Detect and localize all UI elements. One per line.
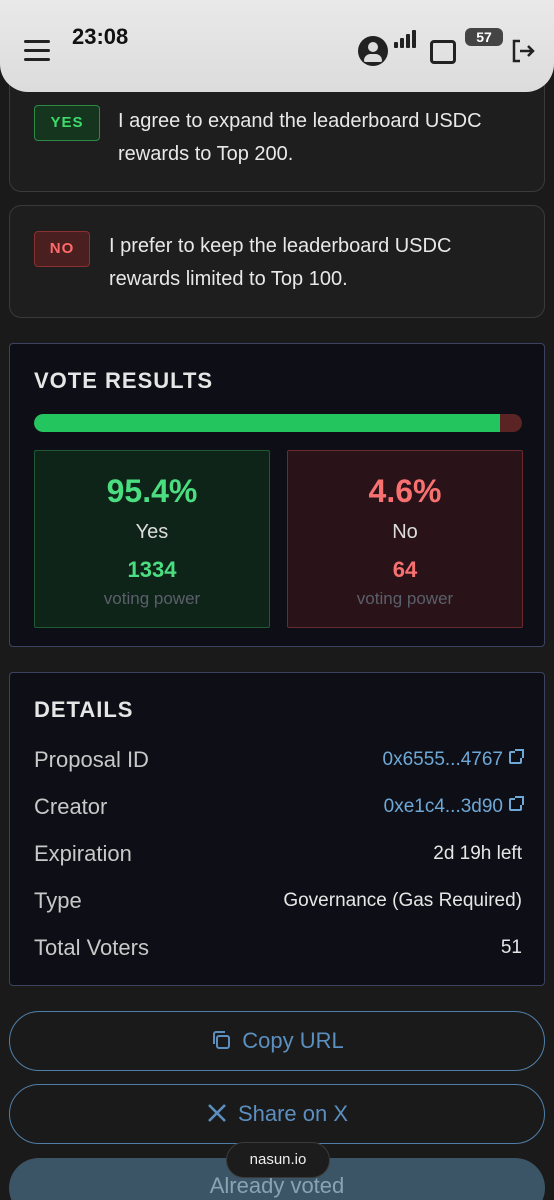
wallet-icon[interactable] — [430, 40, 456, 64]
copy-url-label: Copy URL — [242, 1028, 344, 1053]
battery-indicator: 57 — [465, 28, 503, 46]
no-result-box: 4.6% No 64 voting power — [287, 450, 523, 628]
yes-voting-power: 1334 — [127, 557, 177, 582]
detail-key: Creator — [34, 794, 108, 819]
detail-value: Governance (Gas Required) — [283, 890, 522, 911]
vote-results-title: VOTE RESULTS — [34, 368, 214, 393]
share-label: Share on X — [237, 1101, 349, 1126]
no-voting-power: 64 — [392, 557, 418, 582]
detail-value: 51 — [500, 937, 522, 958]
logout-icon[interactable] — [510, 38, 536, 64]
detail-row-creator: Creator 0xe1c4...3d90 — [34, 794, 524, 824]
proposal-id-link[interactable]: 0x6555...4767 — [383, 749, 524, 771]
detail-key: Proposal ID — [34, 747, 149, 772]
detail-row-expiration: Expiration 2d 19h left — [34, 841, 522, 871]
details-panel: DETAILS Proposal ID 0x6555...4767 Creato… — [9, 672, 545, 986]
copy-url-button[interactable]: Copy URL — [9, 1011, 545, 1071]
yes-tag: YES — [34, 105, 100, 141]
external-link-icon — [509, 796, 524, 811]
status-time: 23:08 — [72, 24, 129, 49]
menu-icon[interactable] — [24, 40, 50, 62]
detail-row-proposal-id: Proposal ID 0x6555...4767 — [34, 747, 524, 777]
detail-key: Total Voters — [34, 935, 149, 960]
option-no-card[interactable]: NO I prefer to keep the leaderboard USDC… — [9, 205, 545, 318]
detail-row-total-voters: Total Voters 51 — [34, 935, 522, 965]
x-logo-icon — [208, 1104, 226, 1122]
vote-results-panel: VOTE RESULTS 95.4% Yes 1334 voting power… — [9, 343, 545, 647]
detail-row-type: Type Governance (Gas Required) — [34, 888, 522, 918]
detail-key: Type — [34, 888, 82, 913]
yes-percentage: 95.4% — [106, 473, 198, 509]
no-label: No — [392, 521, 418, 543]
vote-progress-yes-fill — [34, 414, 500, 432]
details-title: DETAILS — [34, 697, 134, 722]
detail-key: Expiration — [34, 841, 132, 866]
yes-voting-power-label: voting power — [103, 589, 201, 608]
detail-value: 2d 19h left — [433, 843, 522, 864]
option-no-text: I prefer to keep the leaderboard USDC re… — [109, 235, 452, 290]
external-link-icon — [509, 749, 524, 764]
signal-icon — [394, 30, 418, 48]
no-voting-power-label: voting power — [356, 589, 454, 608]
option-yes-text: I agree to expand the leaderboard USDC r… — [118, 110, 482, 165]
yes-result-box: 95.4% Yes 1334 voting power — [34, 450, 270, 628]
account-icon[interactable] — [358, 36, 388, 66]
no-tag: NO — [34, 231, 90, 267]
creator-link[interactable]: 0xe1c4...3d90 — [384, 796, 524, 818]
url-chip[interactable]: nasun.io — [226, 1142, 330, 1178]
top-app-bar: 23:08 57 — [0, 0, 554, 92]
vote-progress-bar — [34, 414, 522, 432]
share-on-x-button[interactable]: Share on X — [9, 1084, 545, 1144]
copy-icon — [213, 1031, 231, 1049]
yes-label: Yes — [135, 521, 169, 543]
no-percentage: 4.6% — [368, 473, 442, 509]
